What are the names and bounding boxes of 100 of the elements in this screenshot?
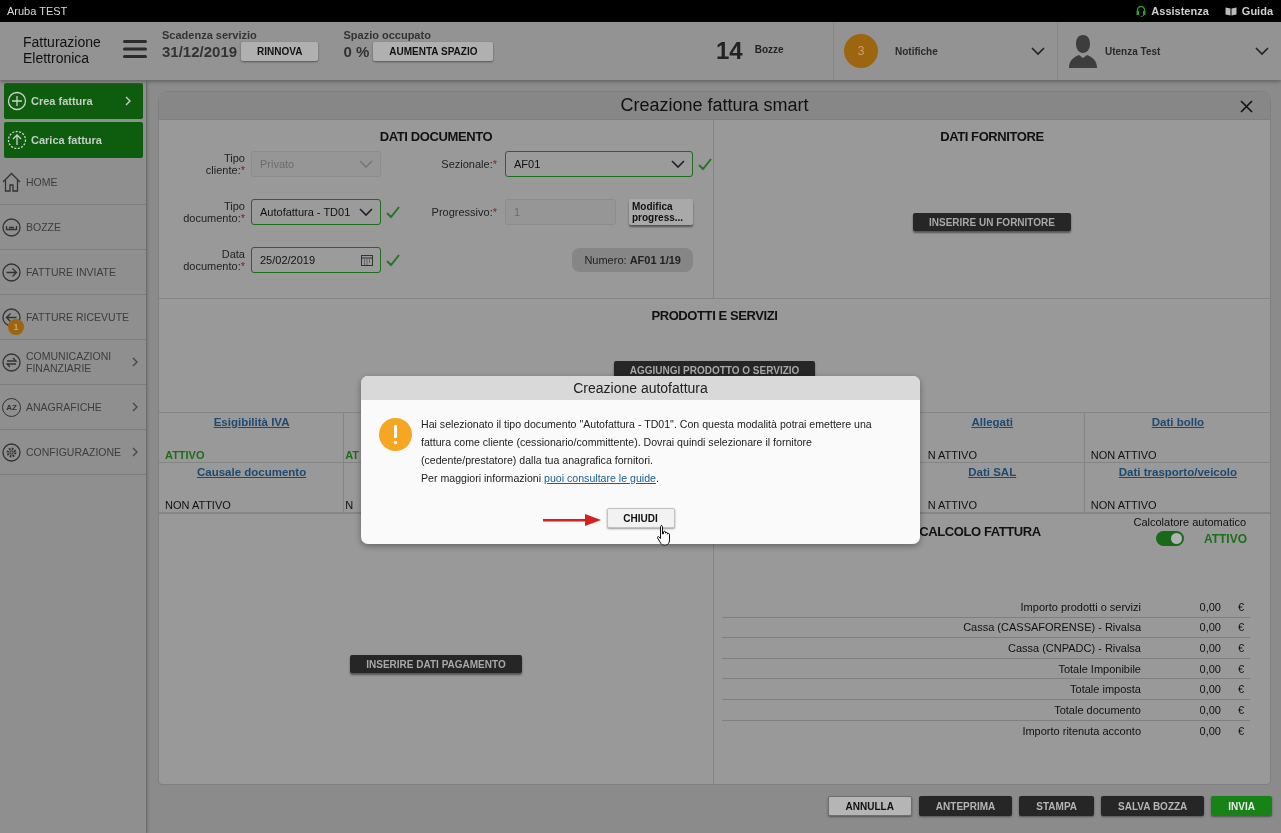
space-label: Spazio occupato [343,28,432,42]
chevron-down-icon [359,159,373,169]
menu-icon[interactable] [123,40,147,58]
field-label: Progressivo:* [431,206,498,218]
total-label: Totale Imponibile [1057,662,1141,675]
expiry-label: Scadenza servizio [162,28,258,42]
total-label: Totale documento [1053,703,1141,716]
field-value: AF01 [514,158,542,170]
drafts-label[interactable]: Bozze [754,43,784,55]
status-text: NON ATTIVO [1090,449,1158,461]
currency-symbol: € [1236,642,1245,654]
warning-icon [379,418,412,451]
total-value: 0,00 [1198,662,1221,675]
increase-space-button[interactable]: AUMENTA SPAZIO [373,42,494,61]
total-label: Importo ritenuta acconto [1021,724,1141,737]
total-value: 0,00 [1198,621,1221,634]
total-label: Cassa (CNPADC) - Rivalsa [1006,642,1141,654]
section-link[interactable]: Dati bollo [1090,416,1265,430]
header-link[interactable]: Guida [1224,5,1273,17]
chevron-right-icon [132,447,138,457]
footer-button[interactable]: INVIA [1211,796,1272,816]
currency-symbol: € [1236,724,1245,737]
currency-symbol: € [1236,662,1245,675]
total-value: 0,00 [1198,683,1221,696]
user-avatar-icon[interactable] [1068,34,1098,68]
expiry-date: 31/12/2019 [162,43,238,60]
field-value: 25/02/2019 [260,254,317,266]
currency-symbol: € [1236,683,1245,696]
close-icon[interactable] [1240,100,1253,113]
notifications-label[interactable]: Notifiche [895,45,1031,57]
chevron-down-icon [1255,46,1269,56]
dropdown[interactable]: AF01 [505,151,693,177]
dropdown[interactable]: Autofattura - TD01 [251,199,381,225]
add-supplier-button[interactable]: INSERIRE UN FORNITORE [913,213,1071,231]
toggle-status: ATTIVO [1203,531,1247,546]
app-logo: Fatturazione Elettronica [23,34,102,66]
status-text: NON ATTIVO [1090,499,1158,511]
chevron-right-icon [132,357,138,367]
section-link[interactable]: Causale documento [165,466,339,480]
user-name[interactable]: Utenza Test [1105,45,1255,57]
payment-data-button[interactable]: INSERIRE DATI PAGAMENTO [350,655,522,673]
chevron-down-icon [671,159,685,169]
chevron-right-icon [132,402,138,412]
currency-symbol: € [1236,703,1245,716]
total-label: Importo prodotti o servizi [1019,600,1141,613]
status-text: N ATTIVO [926,499,978,511]
toggle-switch[interactable] [1155,531,1184,546]
plus-circle-icon [7,91,27,111]
status-text: N ATTIVO [926,449,978,461]
section-heading: CALCOLO FATTURA [919,524,1041,539]
section-heading: DATI FORNITORE [940,129,1044,144]
arrow-icon [543,514,601,526]
chevron-down-icon [359,207,373,217]
footer-button[interactable]: STAMPA [1019,796,1095,816]
tray-icon [2,217,21,237]
renew-button[interactable]: RINNOVA [241,42,319,61]
header-link[interactable]: Assistenza [1136,5,1209,17]
exchange-icon [2,352,21,372]
date-field[interactable]: 25/02/2019 [251,247,381,273]
currency-symbol: € [1236,621,1245,634]
chevron-right-icon [125,96,131,106]
total-value: 0,00 [1198,600,1221,613]
app-name: Aruba TEST [7,5,68,17]
total-value: 0,00 [1198,642,1221,654]
section-link[interactable]: Dati trasporto/veicolo [1090,466,1265,480]
calendar-icon [361,254,373,266]
footer-button[interactable]: ANTEPRIMA [918,796,1013,816]
field-label: Tipo documento:* [183,200,246,224]
upload-icon [7,130,27,150]
status-text: N [345,499,355,511]
total-value: 0,00 [1198,703,1221,716]
total-label: Cassa (CASSAFORENSE) - Rivalsa [962,621,1141,634]
section-link[interactable]: Esigibilità IVA [165,416,339,430]
footer-button[interactable]: SALVA BOZZA [1101,796,1205,816]
space-value: 0 % [343,43,370,60]
section-heading: DATI DOCUMENTO [378,129,494,144]
footer-button[interactable]: ANNULLA [827,796,912,816]
number-badge: Numero: AF01 1/19 [572,248,693,272]
arrow-right-circle-icon [2,262,21,282]
field-label: Tipo cliente:* [204,152,246,176]
drafts-count: 14 [716,37,743,65]
sidebar-action-button[interactable]: Crea fattura [4,83,143,119]
panel-title: Creazione fattura smart [620,95,809,116]
home-icon [2,172,21,192]
toggle-label: Calcolatore automatico [1133,516,1246,528]
count-badge: 1 [8,319,24,335]
modify-progressive-button[interactable]: Modifica progress... [629,199,693,225]
field-value: Autofattura - TD01 [260,206,352,218]
check-icon [386,205,400,219]
check-icon [386,253,400,267]
book-icon [1224,6,1237,16]
chevron-down-icon [1031,46,1045,56]
guide-link[interactable]: puoi consultare le guide [544,472,656,484]
dialog-message: Hai selezionato il tipo documento "Autofattura - TD01". Con questa modalità potrai emettere una fattura come cliente (cessionario/committente). Dovrai quindi selezionare il fornitore (cedente/prestatore) dalla tua anagrafica fornitori. Per maggiori informazioni puoi consultare le guide. [421,417,873,486]
total-value: 0,00 [1198,724,1221,737]
section-heading: PRODOTTI E SERVIZI [651,308,778,323]
close-button[interactable]: CHIUDI [606,508,675,528]
total-label: Totale imposta [1069,683,1141,696]
headset-icon [1136,5,1147,17]
sidebar-action-button[interactable]: Carica fattura [4,122,143,158]
